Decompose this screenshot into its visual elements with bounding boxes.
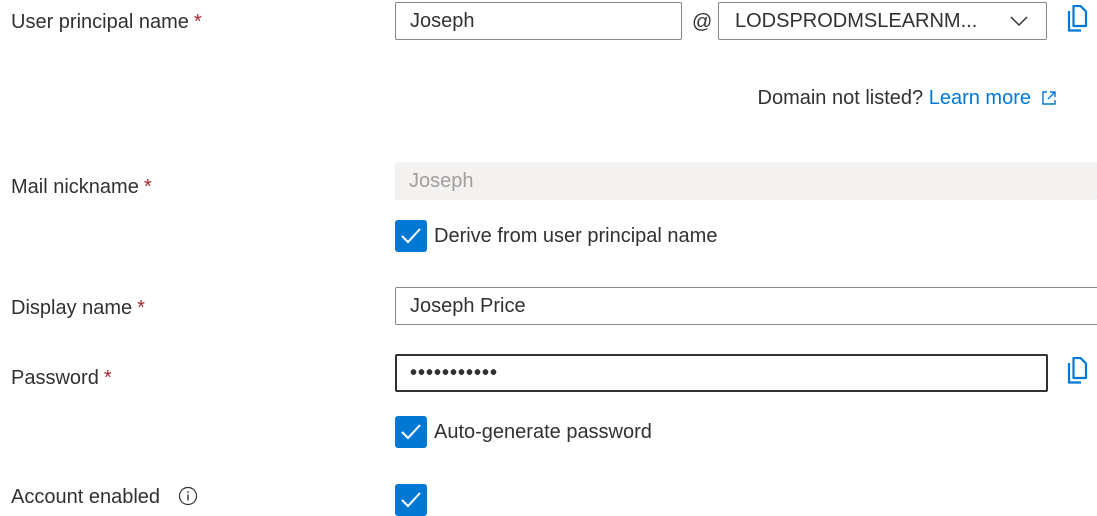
password-input[interactable]: ••••••••••• — [395, 354, 1048, 392]
display-name-input[interactable]: Joseph Price — [395, 287, 1097, 325]
password-label-text: Password — [11, 367, 99, 389]
upn-domain-value: LODSPRODMSLEARNM... — [735, 10, 978, 32]
learn-more-link[interactable]: Learn more — [929, 87, 1031, 109]
mail-nickname-required-mark: * — [143, 176, 152, 198]
upn-label: User principal name * — [11, 10, 202, 34]
password-label: Password * — [11, 366, 112, 390]
display-name-label-text: Display name — [11, 297, 133, 319]
account-enabled-checkbox-row[interactable] — [395, 484, 427, 516]
auto-generate-password-label: Auto-generate password — [434, 421, 652, 443]
display-name-required-mark: * — [137, 297, 145, 319]
mail-nickname-input: Joseph — [395, 162, 1097, 200]
new-user-form: User principal name * Joseph @ LODSPRODMS… — [0, 0, 1097, 516]
at-sign: @ — [692, 11, 713, 33]
mail-nickname-label: Mail nickname * — [11, 175, 152, 199]
checkmark-icon — [401, 424, 421, 440]
password-required-mark: * — [103, 367, 112, 389]
copy-icon[interactable] — [1067, 357, 1091, 387]
copy-icon[interactable] — [1067, 5, 1091, 35]
display-name-label: Display name * — [11, 296, 145, 320]
domain-not-listed-note: Domain not listed? Learn more — [758, 86, 1057, 110]
derive-from-upn-label: Derive from user principal name — [434, 225, 718, 247]
derive-from-upn-checkbox-row[interactable]: Derive from user principal name — [395, 220, 717, 252]
account-enabled-label-text: Account enabled — [11, 486, 161, 508]
chevron-down-icon — [1010, 16, 1028, 27]
checkmark-icon — [401, 492, 421, 508]
mail-nickname-label-text: Mail nickname — [11, 176, 139, 198]
upn-username-input[interactable]: Joseph — [395, 2, 682, 40]
account-enabled-checkbox[interactable] — [395, 484, 427, 516]
auto-generate-password-checkbox-row[interactable]: Auto-generate password — [395, 416, 652, 448]
domain-note-text: Domain not listed? — [757, 87, 929, 109]
upn-label-text: User principal name — [11, 11, 189, 33]
info-icon[interactable] — [178, 486, 198, 506]
external-link-icon[interactable] — [1041, 90, 1057, 106]
auto-generate-password-checkbox[interactable] — [395, 416, 427, 448]
upn-domain-dropdown[interactable]: LODSPRODMSLEARNM... — [718, 2, 1047, 40]
account-enabled-label: Account enabled — [11, 485, 198, 509]
derive-from-upn-checkbox[interactable] — [395, 220, 427, 252]
checkmark-icon — [401, 228, 421, 244]
upn-required-mark: * — [193, 11, 202, 33]
